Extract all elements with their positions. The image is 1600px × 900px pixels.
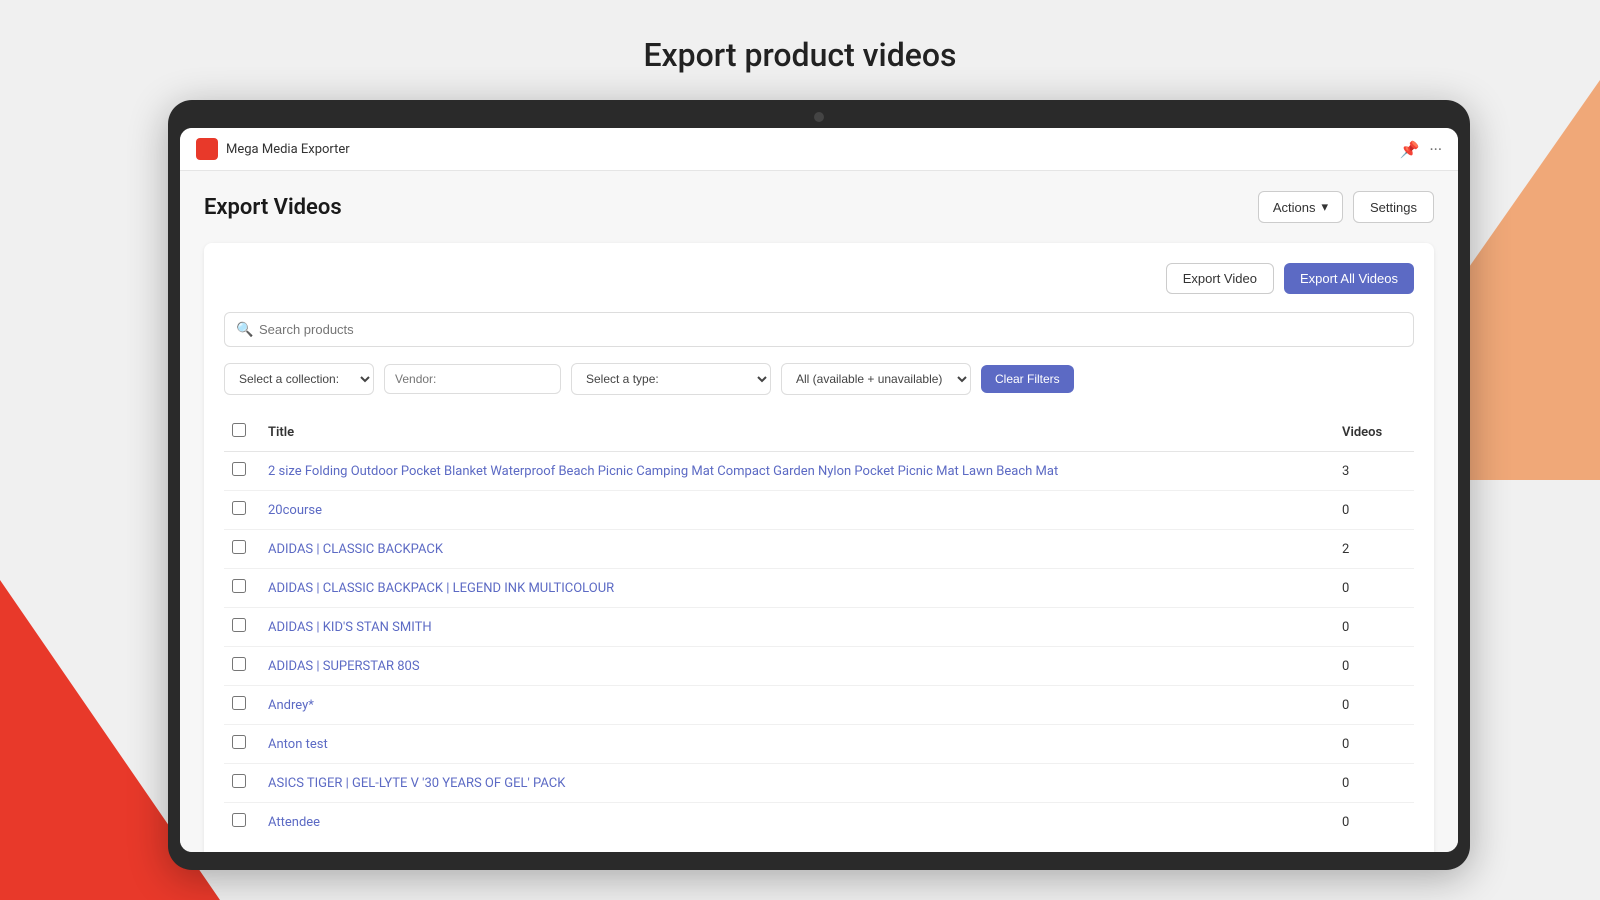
table-row: Anton test 0 bbox=[224, 725, 1414, 764]
tablet-frame: Mega Media Exporter 📌 ··· Export Videos … bbox=[168, 100, 1470, 870]
row-videos-cell: 0 bbox=[1334, 647, 1414, 686]
table-row: 20course 0 bbox=[224, 491, 1414, 530]
product-link[interactable]: ADIDAS | CLASSIC BACKPACK bbox=[268, 542, 443, 557]
row-videos-cell: 0 bbox=[1334, 569, 1414, 608]
row-checkbox[interactable] bbox=[232, 774, 246, 788]
actions-chevron-icon: ▾ bbox=[1321, 199, 1328, 215]
videos-column-header: Videos bbox=[1334, 413, 1414, 452]
clear-filters-button[interactable]: Clear Filters bbox=[981, 365, 1074, 393]
product-link[interactable]: ADIDAS | SUPERSTAR 80S bbox=[268, 659, 420, 674]
row-videos-cell: 0 bbox=[1334, 491, 1414, 530]
app-name: Mega Media Exporter bbox=[226, 142, 1400, 157]
row-checkbox[interactable] bbox=[232, 579, 246, 593]
row-title-cell: ADIDAS | CLASSIC BACKPACK | LEGEND INK M… bbox=[260, 569, 1334, 608]
row-checkbox-cell bbox=[224, 686, 260, 725]
page-heading: Export Videos bbox=[204, 195, 342, 220]
row-title-cell: Andrey* bbox=[260, 686, 1334, 725]
vendor-filter[interactable] bbox=[384, 364, 561, 394]
row-checkbox-cell bbox=[224, 452, 260, 491]
tablet-camera bbox=[814, 112, 824, 122]
search-icon: 🔍 bbox=[236, 322, 253, 338]
row-checkbox-cell bbox=[224, 608, 260, 647]
product-link[interactable]: 20course bbox=[268, 503, 322, 518]
row-checkbox-cell bbox=[224, 764, 260, 803]
actions-label: Actions bbox=[1273, 200, 1316, 215]
pin-icon[interactable]: 📌 bbox=[1400, 140, 1420, 159]
table-body: 2 size Folding Outdoor Pocket Blanket Wa… bbox=[224, 452, 1414, 842]
row-videos-cell: 0 bbox=[1334, 725, 1414, 764]
main-content: Export Videos Actions ▾ Settings Export … bbox=[180, 171, 1458, 852]
main-card: Export Video Export All Videos 🔍 Select … bbox=[204, 243, 1434, 852]
row-title-cell: ASICS TIGER | GEL-LYTE V '30 YEARS OF GE… bbox=[260, 764, 1334, 803]
row-checkbox-cell bbox=[224, 491, 260, 530]
row-videos-cell: 3 bbox=[1334, 452, 1414, 491]
row-checkbox-cell bbox=[224, 647, 260, 686]
row-checkbox-cell bbox=[224, 803, 260, 842]
header-buttons: Actions ▾ Settings bbox=[1258, 191, 1434, 223]
type-filter[interactable]: Select a type: bbox=[571, 363, 771, 395]
row-title-cell: 2 size Folding Outdoor Pocket Blanket Wa… bbox=[260, 452, 1334, 491]
product-link[interactable]: Anton test bbox=[268, 737, 328, 752]
row-title-cell: Anton test bbox=[260, 725, 1334, 764]
actions-button[interactable]: Actions ▾ bbox=[1258, 191, 1343, 223]
product-link[interactable]: Andrey* bbox=[268, 698, 314, 713]
search-container: 🔍 bbox=[224, 312, 1414, 347]
row-checkbox[interactable] bbox=[232, 501, 246, 515]
card-top-buttons: Export Video Export All Videos bbox=[224, 263, 1414, 294]
collection-filter[interactable]: Select a collection: bbox=[224, 363, 374, 395]
row-checkbox[interactable] bbox=[232, 813, 246, 827]
row-checkbox[interactable] bbox=[232, 657, 246, 671]
select-all-checkbox[interactable] bbox=[232, 423, 246, 437]
table-row: 2 size Folding Outdoor Pocket Blanket Wa… bbox=[224, 452, 1414, 491]
more-icon[interactable]: ··· bbox=[1429, 140, 1442, 159]
row-title-cell: 20course bbox=[260, 491, 1334, 530]
availability-filter[interactable]: All (available + unavailable)Available o… bbox=[781, 363, 971, 395]
product-link[interactable]: ADIDAS | CLASSIC BACKPACK | LEGEND INK M… bbox=[268, 581, 614, 596]
table-row: Andrey* 0 bbox=[224, 686, 1414, 725]
table-row: Attendee 0 bbox=[224, 803, 1414, 842]
row-title-cell: Attendee bbox=[260, 803, 1334, 842]
row-checkbox[interactable] bbox=[232, 618, 246, 632]
row-videos-cell: 2 bbox=[1334, 530, 1414, 569]
table-row: ADIDAS | KID'S STAN SMITH 0 bbox=[224, 608, 1414, 647]
table-row: ADIDAS | SUPERSTAR 80S 0 bbox=[224, 647, 1414, 686]
row-checkbox[interactable] bbox=[232, 462, 246, 476]
row-videos-cell: 0 bbox=[1334, 686, 1414, 725]
row-title-cell: ADIDAS | KID'S STAN SMITH bbox=[260, 608, 1334, 647]
select-all-header bbox=[224, 413, 260, 452]
product-link[interactable]: Attendee bbox=[268, 815, 320, 830]
row-checkbox[interactable] bbox=[232, 540, 246, 554]
product-link[interactable]: 2 size Folding Outdoor Pocket Blanket Wa… bbox=[268, 464, 1058, 479]
product-link[interactable]: ADIDAS | KID'S STAN SMITH bbox=[268, 620, 432, 635]
row-title-cell: ADIDAS | SUPERSTAR 80S bbox=[260, 647, 1334, 686]
settings-button[interactable]: Settings bbox=[1353, 191, 1434, 223]
search-input[interactable] bbox=[224, 312, 1414, 347]
table-row: ADIDAS | CLASSIC BACKPACK | LEGEND INK M… bbox=[224, 569, 1414, 608]
row-checkbox-cell bbox=[224, 569, 260, 608]
table-row: ASICS TIGER | GEL-LYTE V '30 YEARS OF GE… bbox=[224, 764, 1414, 803]
product-link[interactable]: ASICS TIGER | GEL-LYTE V '30 YEARS OF GE… bbox=[268, 776, 565, 791]
row-title-cell: ADIDAS | CLASSIC BACKPACK bbox=[260, 530, 1334, 569]
product-table: Title Videos 2 size Folding Outdoor Pock… bbox=[224, 413, 1414, 841]
row-checkbox-cell bbox=[224, 725, 260, 764]
app-header-icons: 📌 ··· bbox=[1400, 140, 1442, 159]
export-video-button[interactable]: Export Video bbox=[1166, 263, 1274, 294]
page-header: Export Videos Actions ▾ Settings bbox=[204, 191, 1434, 223]
filters-row: Select a collection: Select a type: All … bbox=[224, 363, 1414, 395]
table-row: ADIDAS | CLASSIC BACKPACK 2 bbox=[224, 530, 1414, 569]
row-checkbox[interactable] bbox=[232, 735, 246, 749]
page-title: Export product videos bbox=[0, 0, 1600, 94]
title-column-header: Title bbox=[260, 413, 1334, 452]
app-header: Mega Media Exporter 📌 ··· bbox=[180, 128, 1458, 171]
row-videos-cell: 0 bbox=[1334, 803, 1414, 842]
row-checkbox-cell bbox=[224, 530, 260, 569]
export-all-videos-button[interactable]: Export All Videos bbox=[1284, 263, 1414, 294]
row-videos-cell: 0 bbox=[1334, 608, 1414, 647]
row-checkbox[interactable] bbox=[232, 696, 246, 710]
app-logo bbox=[196, 138, 218, 160]
row-videos-cell: 0 bbox=[1334, 764, 1414, 803]
table-header: Title Videos bbox=[224, 413, 1414, 452]
tablet-screen: Mega Media Exporter 📌 ··· Export Videos … bbox=[180, 128, 1458, 852]
